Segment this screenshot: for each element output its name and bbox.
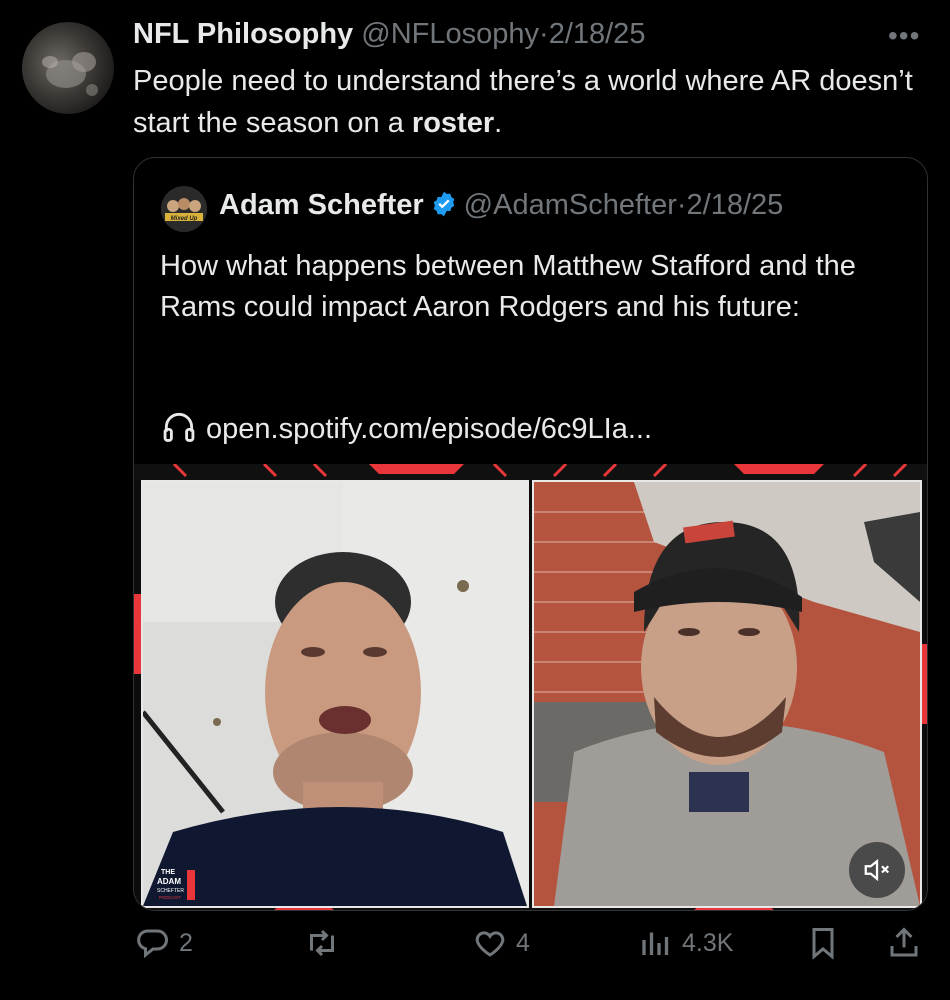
quote-header: Adam Schefter @AdamSchefter·2/18/25 [219, 189, 783, 222]
bookmark-button[interactable] [805, 925, 841, 961]
views-button[interactable]: 4.3K [638, 925, 733, 961]
views-icon [642, 932, 669, 955]
quote-author-name[interactable]: Adam Schefter [219, 189, 424, 221]
quote-author-avatar[interactable]: Mixed Up [161, 186, 207, 232]
headphones-icon [163, 412, 195, 442]
video-panel-left: THE ADAM SCHEFTER PODCAST [141, 480, 529, 908]
quote-separator: · [676, 189, 687, 221]
author-handle[interactable]: @NFLosophy [361, 18, 539, 50]
views-count: 4.3K [682, 928, 734, 957]
video-player[interactable]: THE ADAM SCHEFTER PODCAST [134, 464, 927, 910]
post-date[interactable]: 2/18/25 [549, 18, 646, 50]
like-button[interactable]: 4 [472, 925, 530, 961]
mute-icon [864, 858, 890, 882]
verified-badge-icon [433, 191, 454, 217]
post-text-body: People need to understand there’s a worl… [133, 65, 913, 139]
like-count: 4 [516, 928, 530, 957]
podcast-logo-line-4: PODCAST [159, 895, 181, 900]
share-icon [890, 927, 918, 957]
separator: · [539, 18, 549, 50]
author-avatar[interactable] [22, 22, 114, 114]
reply-count: 2 [179, 928, 193, 957]
share-button[interactable] [886, 925, 922, 961]
post-text-bold: roster [411, 107, 495, 139]
action-bar: 2 4 4.3K [0, 925, 950, 975]
spotify-link[interactable]: open.spotify.com/episode/6c9LIa... [160, 408, 652, 446]
quote-date[interactable]: 2/18/25 [687, 189, 784, 221]
quote-avatar-text: Mixed Up [171, 216, 198, 222]
repost-button[interactable] [304, 925, 348, 961]
author-name[interactable]: NFL Philosophy [133, 18, 353, 50]
spotify-link-text: open.spotify.com/episode/6c9LIa... [206, 413, 653, 445]
video-panel-right [532, 480, 922, 908]
reply-icon [137, 929, 168, 959]
quoted-post[interactable]: Mixed Up Adam Schefter @AdamSchefter·2/18… [133, 157, 928, 911]
post-text-end: . [494, 107, 503, 139]
podcast-logo-line-2: ADAM [157, 877, 181, 886]
like-icon [475, 931, 505, 957]
more-icon[interactable]: ••• [888, 20, 920, 52]
mute-button[interactable] [849, 842, 905, 898]
quote-text: How what happens between Matthew Staffor… [160, 250, 856, 323]
repost-icon [310, 929, 334, 957]
quote-author-handle[interactable]: @AdamSchefter [464, 189, 677, 221]
bookmark-icon [812, 928, 834, 960]
reply-button[interactable]: 2 [135, 925, 193, 961]
post-header: NFL Philosophy @NFLosophy·2/18/25 [133, 18, 645, 51]
podcast-logo-line-1: THE [161, 869, 175, 876]
podcast-logo-line-3: SCHEFTER [157, 888, 184, 894]
post-text: People need to understand there’s a worl… [133, 60, 923, 144]
